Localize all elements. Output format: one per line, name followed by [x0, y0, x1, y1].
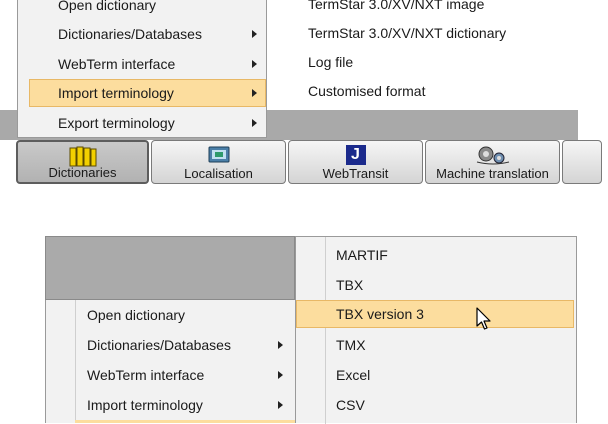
tab-localisation[interactable]: Localisation — [151, 140, 286, 184]
chevron-right-icon — [278, 341, 283, 349]
submenu-item-label: TBX version 3 — [336, 306, 424, 322]
submenu-item-tbx[interactable]: TBX — [296, 271, 576, 299]
menu-item-label: Dictionaries/Databases — [58, 26, 202, 42]
submenu-item-label: TBX — [336, 277, 364, 293]
webtransit-icon: J — [345, 145, 366, 165]
menu-item-label: Dictionaries/Databases — [87, 337, 231, 353]
tab-webtransit[interactable]: J WebTransit — [288, 140, 423, 184]
chevron-right-icon — [252, 119, 257, 127]
submenu-item-label: Customised format — [308, 83, 426, 99]
submenu-item-label: Excel — [336, 367, 371, 383]
tab-dictionaries[interactable]: Dictionaries — [16, 140, 149, 184]
submenu-item-martif[interactable]: MARTIF — [296, 241, 576, 269]
menu-item-label: WebTerm interface — [58, 56, 176, 72]
tab-machine-translation[interactable]: Machine translation — [425, 140, 560, 184]
chevron-right-icon — [252, 30, 257, 38]
menu-item-import-terminology[interactable]: Import terminology — [46, 391, 295, 419]
menu-item-label: Import terminology — [87, 397, 203, 413]
submenu-item-excel[interactable]: Excel — [296, 361, 576, 389]
chevron-right-icon — [252, 60, 257, 68]
menu-item-dictionaries-databases[interactable]: Dictionaries/Databases — [18, 20, 266, 48]
tab-label: Dictionaries — [48, 165, 117, 180]
top-panel: TermStar 3.0/XV/NXT image TermStar 3.0/X… — [0, 0, 608, 190]
tab-partial[interactable] — [562, 140, 602, 184]
submenu-item-label: TermStar 3.0/XV/NXT image — [308, 0, 485, 12]
main-menu: Open dictionary Dictionaries/Databases W… — [17, 0, 267, 138]
tab-label: Machine translation — [436, 166, 549, 181]
submenu-item-csv[interactable]: CSV — [296, 391, 576, 419]
menu-item-dictionaries-databases[interactable]: Dictionaries/Databases — [46, 331, 295, 359]
import-submenu: TermStar 3.0/XV/NXT image TermStar 3.0/X… — [267, 0, 578, 110]
tab-label: WebTransit — [322, 166, 389, 181]
submenu-item-tbx-version-3[interactable]: TBX version 3 — [296, 300, 574, 328]
localisation-icon — [208, 146, 229, 163]
menu-item-open-dictionary[interactable]: Open dictionary — [18, 0, 266, 19]
menu-item-import-terminology[interactable]: Import terminology — [29, 79, 266, 107]
submenu-item-termstar-dictionary[interactable]: TermStar 3.0/XV/NXT dictionary — [267, 19, 578, 47]
menu-item-webterm-interface[interactable]: WebTerm interface — [18, 50, 266, 78]
menu-item-label: WebTerm interface — [87, 367, 205, 383]
menu-item-label: Import terminology — [58, 85, 174, 101]
menu-item-label: Open dictionary — [58, 0, 157, 13]
submenu-item-label: Log file — [308, 54, 354, 70]
submenu-item-log-file[interactable]: Log file — [267, 48, 578, 76]
machine-translation-icon — [476, 146, 509, 165]
submenu-item-label: TermStar 3.0/XV/NXT dictionary — [308, 25, 507, 41]
submenu-item-label: MARTIF — [336, 247, 388, 263]
chevron-right-icon — [278, 371, 283, 379]
submenu-item-label: CSV — [336, 397, 365, 413]
chevron-right-icon — [252, 89, 257, 97]
menu-item-open-dictionary[interactable]: Open dictionary — [46, 301, 295, 329]
tab-label: Localisation — [184, 166, 253, 181]
submenu-item-customised-format[interactable]: Customised format — [267, 77, 578, 105]
menu-item-webterm-interface[interactable]: WebTerm interface — [46, 361, 295, 389]
submenu-item-termstar-image[interactable]: TermStar 3.0/XV/NXT image — [267, 0, 578, 18]
chevron-right-icon — [278, 401, 283, 409]
bottom-panel: Open dictionary Dictionaries/Databases W… — [0, 236, 608, 424]
submenu-item-tmx[interactable]: TMX — [296, 331, 576, 359]
menu-item-label: Open dictionary — [87, 307, 186, 323]
menu-item-label: Export terminology — [58, 115, 175, 131]
submenu-item-label: TMX — [336, 337, 366, 353]
panel-header — [45, 236, 295, 300]
main-menu: Open dictionary Dictionaries/Databases W… — [45, 300, 296, 423]
mouse-cursor-icon — [476, 307, 491, 330]
menu-item-export-terminology[interactable]: Export terminology — [18, 109, 266, 137]
import-submenu: MARTIF TBX TBX version 3 TMX Excel CSV — [295, 236, 577, 424]
